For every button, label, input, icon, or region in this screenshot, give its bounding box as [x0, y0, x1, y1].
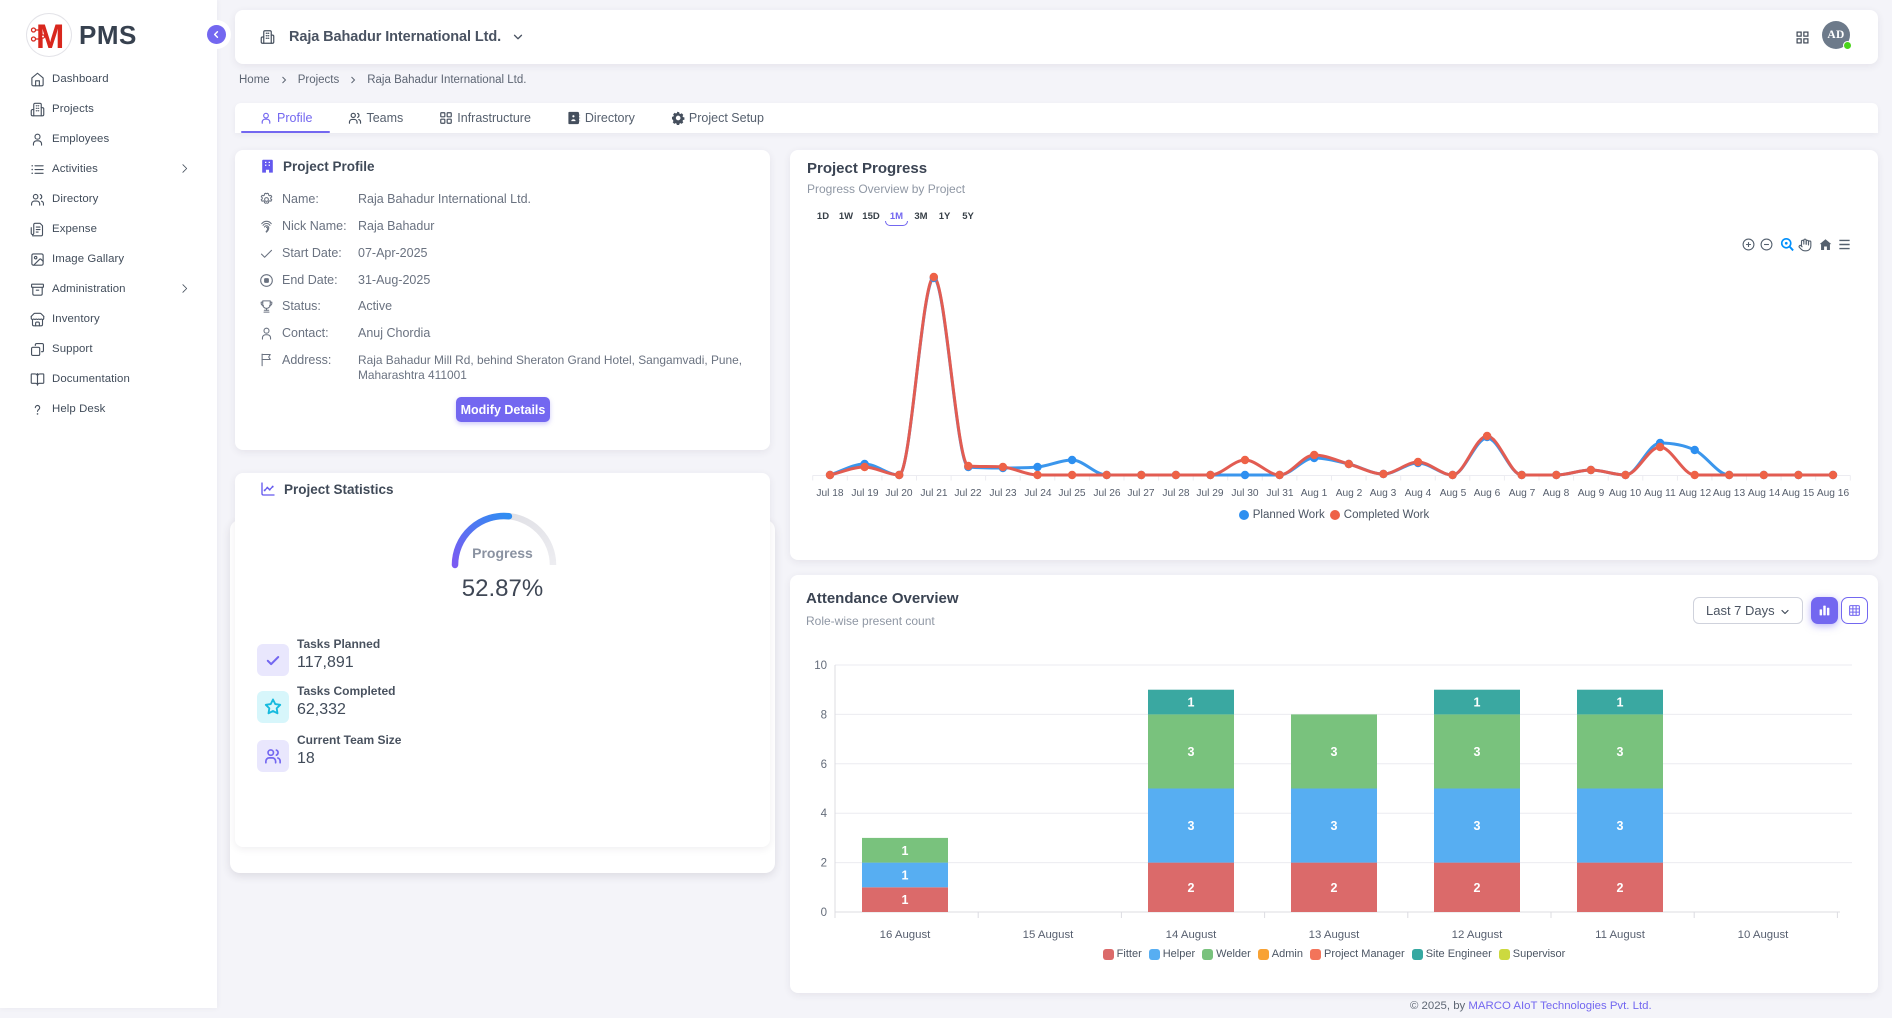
svg-text:Jul 31: Jul 31: [1266, 488, 1294, 499]
svg-text:11 August: 11 August: [1595, 929, 1646, 941]
svg-text:Aug 14: Aug 14: [1748, 488, 1781, 499]
svg-text:1: 1: [1188, 696, 1195, 710]
svg-text:3: 3: [1474, 745, 1481, 759]
svg-text:Aug 5: Aug 5: [1440, 488, 1467, 499]
svg-text:Jul 24: Jul 24: [1024, 488, 1052, 499]
svg-text:3: 3: [1474, 819, 1481, 833]
svg-text:4: 4: [821, 808, 828, 820]
svg-text:Jul 21: Jul 21: [920, 488, 948, 499]
svg-text:1: 1: [902, 893, 909, 907]
svg-text:Jul 25: Jul 25: [1058, 488, 1086, 499]
svg-text:Aug 7: Aug 7: [1509, 488, 1536, 499]
svg-text:Jul 18: Jul 18: [816, 488, 844, 499]
svg-text:Jul 26: Jul 26: [1093, 488, 1121, 499]
svg-text:Jul 29: Jul 29: [1196, 488, 1224, 499]
svg-text:Aug 1: Aug 1: [1301, 488, 1328, 499]
svg-text:Aug 12: Aug 12: [1679, 488, 1712, 499]
svg-text:13 August: 13 August: [1309, 929, 1361, 941]
svg-text:15 August: 15 August: [1023, 929, 1075, 941]
svg-text:Jul 22: Jul 22: [954, 488, 982, 499]
svg-text:Jul 28: Jul 28: [1162, 488, 1190, 499]
svg-text:1: 1: [902, 869, 909, 883]
svg-text:Aug 3: Aug 3: [1370, 488, 1397, 499]
svg-text:2: 2: [1188, 881, 1195, 895]
svg-text:3: 3: [1188, 819, 1195, 833]
svg-text:Aug 4: Aug 4: [1405, 488, 1432, 499]
svg-text:3: 3: [1331, 745, 1338, 759]
svg-text:Aug 16: Aug 16: [1817, 488, 1850, 499]
svg-text:8: 8: [821, 709, 827, 721]
svg-text:3: 3: [1331, 819, 1338, 833]
svg-text:2: 2: [1617, 881, 1624, 895]
svg-text:3: 3: [1617, 745, 1624, 759]
svg-text:0: 0: [821, 907, 827, 919]
svg-text:Aug 8: Aug 8: [1543, 488, 1570, 499]
svg-text:1: 1: [1617, 696, 1624, 710]
svg-text:1: 1: [1474, 696, 1481, 710]
svg-text:Aug 10: Aug 10: [1609, 488, 1642, 499]
svg-text:2: 2: [1474, 881, 1481, 895]
svg-text:14 August: 14 August: [1166, 929, 1218, 941]
svg-text:2: 2: [821, 858, 827, 870]
svg-text:Jul 30: Jul 30: [1231, 488, 1259, 499]
svg-text:Jul 23: Jul 23: [989, 488, 1017, 499]
svg-text:Aug 9: Aug 9: [1578, 488, 1605, 499]
svg-text:12 August: 12 August: [1452, 929, 1504, 941]
svg-text:Aug 11: Aug 11: [1644, 488, 1676, 499]
svg-text:10 August: 10 August: [1738, 929, 1790, 941]
svg-text:Jul 27: Jul 27: [1127, 488, 1155, 499]
svg-text:3: 3: [1617, 819, 1624, 833]
svg-text:Aug 2: Aug 2: [1336, 488, 1363, 499]
svg-text:Aug 15: Aug 15: [1782, 488, 1815, 499]
svg-text:Aug 13: Aug 13: [1713, 488, 1746, 499]
svg-text:Jul 19: Jul 19: [851, 488, 879, 499]
svg-text:6: 6: [821, 759, 827, 771]
svg-text:Aug 6: Aug 6: [1474, 488, 1501, 499]
svg-text:1: 1: [902, 844, 909, 858]
svg-text:16 August: 16 August: [880, 929, 932, 941]
svg-text:3: 3: [1188, 745, 1195, 759]
svg-text:Jul 20: Jul 20: [885, 488, 913, 499]
svg-text:10: 10: [814, 660, 827, 672]
svg-text:2: 2: [1331, 881, 1338, 895]
